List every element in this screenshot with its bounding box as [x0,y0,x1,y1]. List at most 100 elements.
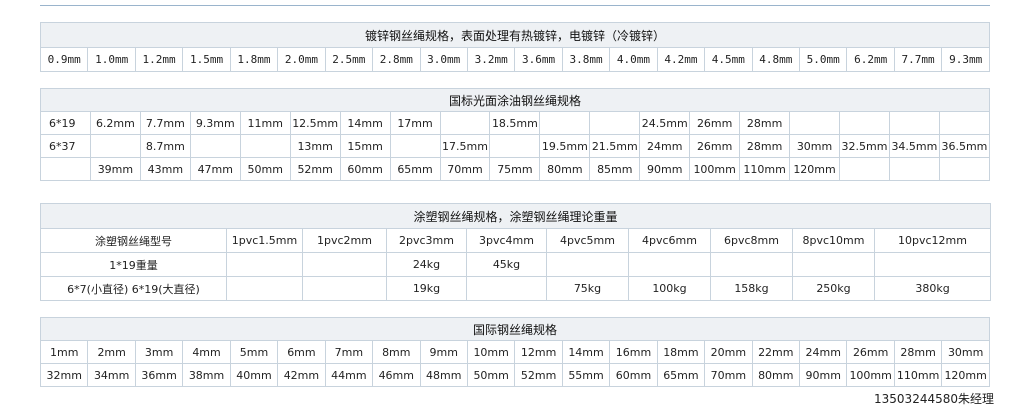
table-cell: 3.8mm [561,47,611,72]
table-cell: 2.8mm [372,47,421,72]
table-cell: 13mm [289,134,341,158]
table-cell: 75kg [546,276,629,301]
table-cell [226,276,303,301]
table-cell: 17mm [389,111,441,135]
table-cell [189,134,241,158]
table-cell: 42mm [277,363,326,387]
table-cell: 1*19重量 [40,252,227,277]
table-cell: 26mm [846,340,895,364]
table-cell: 20mm [704,340,753,364]
table-cell [40,157,91,181]
table-cell [839,157,890,181]
table-cell: 39mm [89,157,141,181]
table-cell: 8.7mm [139,134,191,158]
table-cell: 120mm [941,363,990,387]
table-cell: 4.5mm [704,47,753,72]
table-row: 39mm 43mm 47mm 50mm 52mm 60mm 65mm 70mm 75mm 80mm… [40,157,991,181]
table-cell: 100mm [846,363,895,387]
table-title: 国际钢丝绳规格 [40,317,990,341]
table-cell: 28mm [893,340,943,364]
table-cell: 28mm [739,134,791,158]
table-cell: 21.5mm [589,134,641,158]
coated-spec-table: 涂塑钢丝绳规格，涂塑钢丝绳理论重量 涂塑钢丝绳型号 1pvc1.5mm 1pvc2m… [39,203,992,301]
table-cell [789,111,840,135]
table-cell [389,134,441,158]
table-cell: 9mm [419,340,468,364]
table-cell: 16mm [609,340,658,364]
table-cell: 6*19 [40,111,91,135]
table-cell: 11mm [239,111,291,135]
table-cell: 70mm [439,157,491,181]
table-cell: 18.5mm [489,111,541,135]
table-cell: 19kg [386,276,467,301]
table-cell: 4.8mm [751,47,801,72]
table-cell: 15mm [339,134,391,158]
table-cell: 60mm [339,157,391,181]
table-cell [546,252,629,277]
table-cell: 34.5mm [888,134,940,158]
table-cell: 19.5mm [539,134,591,158]
table-cell [589,111,641,135]
table-cell [489,134,541,158]
table-cell: 110mm [739,157,791,181]
table-cell: 380kg [873,276,992,301]
table-cell: 24.5mm [639,111,691,135]
table-cell: 24mm [798,340,848,364]
table-cell: 50mm [466,363,516,387]
table-cell: 36.5mm [938,134,991,158]
table-cell: 90mm [798,363,848,387]
table-cell: 52mm [289,157,341,181]
table-cell: 26mm [689,134,741,158]
table-cell: 3.6mm [514,47,563,72]
table-cell: 28mm [739,111,791,135]
table-cell: 4mm [182,340,231,364]
table-cell: 12mm [514,340,563,364]
table-cell: 80mm [539,157,591,181]
table-cell [239,134,291,158]
table-cell: 34mm [87,363,136,387]
table-row: 1*19重量 24kg 45kg [40,252,992,277]
table-row: 6*7(小直径) 6*19(大直径) 19kg 75kg 100kg 158kg 250k… [40,276,992,301]
table-cell: 65mm [656,363,706,387]
table-cell: 24kg [386,252,467,277]
table-cell: 14mm [561,340,611,364]
table-cell [302,276,387,301]
table-cell: 24mm [639,134,691,158]
table-cell: 100mm [689,157,741,181]
table-cell: 110mm [893,363,943,387]
table-cell: 1mm [39,340,89,364]
table-cell: 30mm [941,340,990,364]
oiled-spec-table: 国标光面涂油钢丝绳规格 6*19 6.2mm 7.7mm 9.3mm 11mm 12.5m… [40,88,991,181]
table-cell: 5mm [229,340,279,364]
table-cell: 3.2mm [466,47,516,72]
table-cell [888,111,940,135]
table-cell [873,252,992,277]
table-title: 涂塑钢丝绳规格，涂塑钢丝绳理论重量 [39,203,992,229]
table-cell [938,111,991,135]
galvanized-spec-table: 镀锌钢丝绳规格，表面处理有热镀锌，电镀锌（冷镀锌） 0.9mm 1.0mm 1.2m… [39,22,990,72]
table-cell: 47mm [189,157,241,181]
table-cell: 6*7(小直径) 6*19(大直径) [40,276,227,301]
table-cell: 8pvc10mm [792,228,875,253]
table-cell: 65mm [389,157,441,181]
table-cell [89,134,141,158]
table-header-row: 涂塑钢丝绳型号 1pvc1.5mm 1pvc2mm 2pvc3mm 3pvc4mm 4pv… [40,228,992,253]
table-cell: 5.0mm [798,47,848,72]
table-cell: 90mm [639,157,691,181]
table-cell: 1.0mm [87,47,136,72]
table-cell: 6.2mm [846,47,895,72]
table-cell: 48mm [419,363,468,387]
table-cell [792,252,875,277]
table-cell: 8mm [372,340,421,364]
international-spec-table: 国际钢丝绳规格 1mm 2mm 3mm 4mm 5mm 6mm 7mm 8mm 9mm 10mm 1… [39,317,990,387]
table-cell [539,111,591,135]
table-cell: 1.5mm [182,47,231,72]
table-cell: 10mm [466,340,516,364]
table-cell: 4pvc5mm [546,228,629,253]
table-cell [710,252,793,277]
table-cell [226,252,303,277]
table-cell: 6*37 [40,134,91,158]
table-cell: 52mm [514,363,563,387]
table-cell: 0.9mm [39,47,89,72]
table-cell: 10pvc12mm [873,228,992,253]
